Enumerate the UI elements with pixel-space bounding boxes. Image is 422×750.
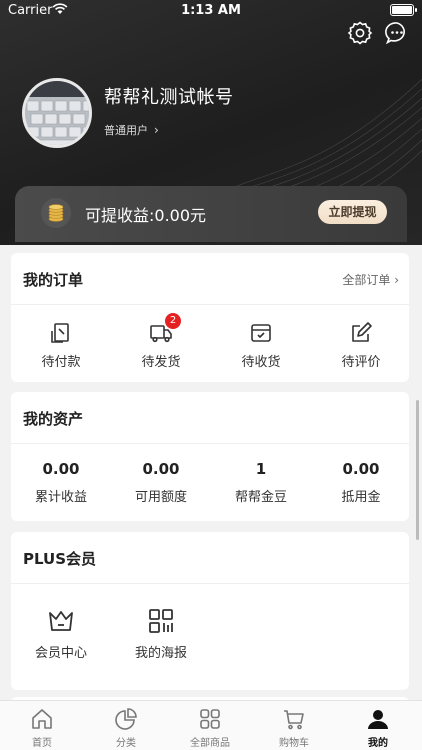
assets-title: 我的资产: [23, 410, 84, 428]
battery-icon: [390, 4, 417, 16]
asset-gold-beans[interactable]: 1 帮帮金豆: [211, 460, 311, 505]
order-status-pending-payment[interactable]: 待付款: [36, 321, 86, 370]
order-status-pending-receipt[interactable]: 待收货: [236, 321, 286, 370]
my-poster-button[interactable]: 我的海报: [129, 606, 193, 661]
asset-label: 可用额度: [134, 490, 187, 505]
divider: [11, 304, 409, 305]
home-icon: [32, 709, 52, 729]
order-status-label: 待付款: [41, 355, 81, 370]
tab-label: 首页: [32, 738, 52, 749]
chevron-right-icon: ›: [154, 123, 159, 137]
plus-title: PLUS会员: [23, 550, 97, 568]
plus-item-label: 会员中心: [34, 646, 87, 661]
order-status-pending-review[interactable]: 待评价: [336, 321, 386, 370]
earnings-card: 可提收益:0.00元 立即提现: [15, 186, 407, 242]
asset-value: 0.00: [142, 460, 180, 478]
coin-stack-icon: [41, 198, 71, 228]
order-status-label: 待收货: [241, 355, 281, 370]
plus-item-label: 我的海报: [134, 646, 187, 661]
edit-icon: [352, 322, 372, 342]
message-icon[interactable]: [384, 20, 410, 46]
chevron-right-icon: ›: [394, 273, 399, 287]
gear-icon[interactable]: [347, 20, 373, 46]
tab-label: 分类: [116, 738, 136, 749]
battery-fill: [392, 6, 412, 14]
withdraw-button[interactable]: 立即提现: [318, 200, 387, 224]
pie-icon: [115, 708, 137, 730]
asset-voucher[interactable]: 0.00 抵用金: [311, 460, 411, 505]
divider: [11, 443, 409, 444]
tab-label: 全部商品: [190, 738, 230, 749]
asset-value: 0.00: [342, 460, 380, 478]
view-all-orders-label: 全部订单: [342, 273, 391, 287]
orders-title: 我的订单: [23, 271, 84, 289]
view-all-orders-link[interactable]: 全部订单 ›: [342, 271, 399, 288]
asset-total-earnings[interactable]: 0.00 累计收益: [11, 460, 111, 505]
assets-card: 我的资产 0.00 累计收益 0.00 可用额度 1 帮帮金豆 0.00 抵用金: [11, 392, 409, 521]
member-center-button[interactable]: 会员中心: [29, 606, 93, 661]
asset-available-credit[interactable]: 0.00 可用额度: [111, 460, 211, 505]
username: 帮帮礼测试帐号: [104, 87, 234, 108]
tab-label: 购物车: [279, 738, 309, 749]
grid-icon: [200, 709, 220, 729]
divider: [11, 583, 409, 584]
plus-membership-card: PLUS会员 会员中心 我的海报: [11, 532, 409, 690]
tab-mine[interactable]: 我的: [336, 707, 420, 749]
clock: 1:13 AM: [181, 3, 241, 18]
tab-home[interactable]: 首页: [0, 707, 84, 749]
status-bar: Carrier 1:13 AM: [0, 0, 422, 22]
asset-value: 0.00: [42, 460, 80, 478]
order-status-label: 待评价: [341, 355, 381, 370]
order-status-label: 待发货: [141, 355, 181, 370]
qrcode-icon: [149, 609, 173, 633]
tab-category[interactable]: 分类: [84, 707, 168, 749]
package-icon: [251, 324, 271, 342]
withdrawable-earnings: 可提收益:0.00元: [85, 206, 207, 225]
tab-label: 我的: [368, 738, 388, 749]
asset-label: 帮帮金豆: [234, 490, 287, 505]
orders-card: 我的订单 全部订单 › 待付款 2 待发货 待收货 待评价: [11, 253, 409, 382]
payment-icon: [51, 323, 69, 343]
tab-bar: 首页 分类 全部商品 购物车 我的: [0, 700, 422, 750]
user-icon: [368, 710, 388, 729]
asset-label: 抵用金: [341, 490, 381, 505]
scrollbar[interactable]: [416, 400, 419, 540]
avatar[interactable]: [22, 78, 92, 148]
cart-icon: [284, 710, 304, 730]
user-level-label: 普通用户: [104, 124, 148, 137]
crown-icon: [49, 611, 73, 631]
asset-label: 累计收益: [34, 490, 87, 505]
order-status-pending-shipment[interactable]: 2 待发货: [136, 313, 186, 370]
tab-cart[interactable]: 购物车: [252, 707, 336, 749]
asset-value: 1: [255, 460, 267, 478]
user-level-link[interactable]: 普通用户 ›: [104, 122, 159, 138]
tab-all-products[interactable]: 全部商品: [168, 707, 252, 749]
notification-badge: 2: [165, 313, 181, 329]
